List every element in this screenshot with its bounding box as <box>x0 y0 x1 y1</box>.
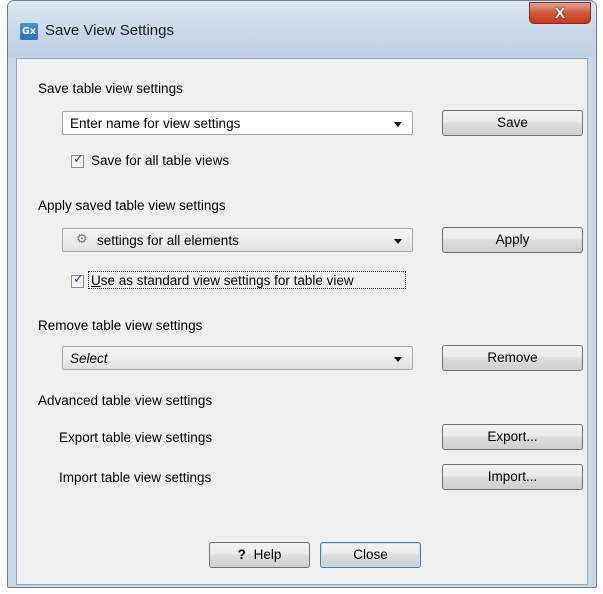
save-for-all-checkbox[interactable]: ✓ <box>71 152 84 168</box>
save-button[interactable]: Save <box>442 110 583 136</box>
gear-icon: ⚙ <box>76 232 88 247</box>
import-label: Import table view settings <box>59 470 212 485</box>
import-button[interactable]: Import... <box>442 464 583 490</box>
dialog-body: Save table view settings Enter name for … <box>16 58 588 585</box>
save-section-heading: Save table view settings <box>38 81 183 96</box>
app-logo-icon: Gx <box>20 23 38 40</box>
title-bar[interactable]: Gx Save View Settings X <box>8 1 596 57</box>
saved-settings-dropdown[interactable]: ⚙ settings for all elements <box>62 228 413 252</box>
window-title: Save View Settings <box>45 22 174 39</box>
help-button[interactable]: ? Help <box>209 542 310 568</box>
use-as-standard-label-text: Use as standard view settings for table … <box>91 273 354 288</box>
view-settings-name-input[interactable]: Enter name for view settings <box>62 111 413 135</box>
remove-settings-dropdown[interactable]: Select <box>62 346 413 370</box>
chevron-down-icon[interactable] <box>394 357 402 362</box>
mnemonic-letter: U <box>91 273 101 288</box>
close-button[interactable]: Close <box>320 542 421 568</box>
remove-section-heading: Remove table view settings <box>38 318 203 333</box>
chevron-down-icon[interactable] <box>394 122 402 127</box>
help-icon: ? <box>237 547 246 562</box>
help-button-label: Help <box>253 547 282 562</box>
use-as-standard-label[interactable]: Use as standard view settings for table … <box>88 271 406 289</box>
remove-button[interactable]: Remove <box>442 345 583 371</box>
use-as-standard-label-rest: se as standard view settings for table v… <box>100 273 354 288</box>
save-view-settings-dialog: Gx Save View Settings X Save table view … <box>7 0 597 588</box>
close-window-button[interactable]: X <box>529 2 591 24</box>
export-button[interactable]: Export... <box>442 424 583 450</box>
advanced-section-heading: Advanced table view settings <box>38 393 213 408</box>
apply-button[interactable]: Apply <box>442 227 583 253</box>
close-icon: X <box>554 5 565 22</box>
chevron-down-icon[interactable] <box>394 239 402 244</box>
remove-select-value: Select <box>70 351 108 366</box>
apply-section-heading: Apply saved table view settings <box>38 198 226 213</box>
export-label: Export table view settings <box>59 430 213 445</box>
use-as-standard-checkbox[interactable]: ✓ <box>71 272 84 288</box>
save-for-all-label[interactable]: Save for all table views <box>91 153 229 168</box>
checkmark-icon: ✓ <box>73 272 84 287</box>
view-settings-name-value: Enter name for view settings <box>70 116 241 131</box>
selected-settings-value: settings for all elements <box>97 233 239 248</box>
checkmark-icon: ✓ <box>73 152 84 167</box>
